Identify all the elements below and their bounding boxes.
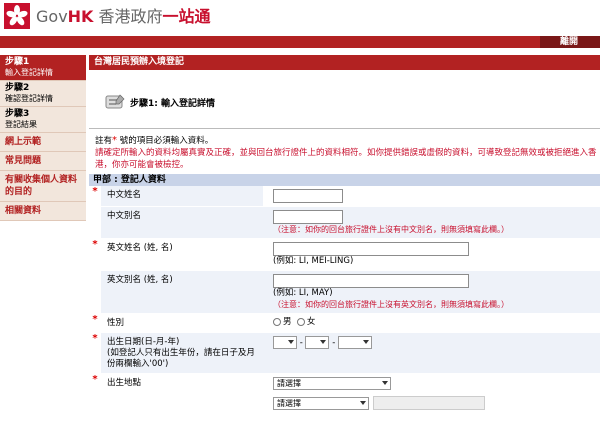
sidebar-step-1: 步驟1 輸入登記詳情 (0, 55, 86, 81)
sex-female-radio[interactable] (296, 317, 305, 326)
logo-gov-text: Gov (36, 7, 68, 26)
dob-help: (如登記人只有出生年份，請在日子及月份兩欄輸入'00') (107, 348, 255, 369)
sidebar-link-related[interactable]: 相關資料 (0, 202, 86, 221)
chinese-alias-input[interactable] (273, 210, 343, 224)
birthplace-label: 出生地點 (101, 373, 263, 414)
bauhinia-logo-icon[interactable] (4, 3, 30, 29)
section-heading: 甲部 : 登記人資料 (89, 174, 600, 186)
sidebar-link-demo[interactable]: 網上示範 (0, 133, 86, 152)
row-chinese-name: * 中文姓名 (89, 186, 600, 207)
dob-month-select[interactable] (305, 336, 330, 349)
english-alias-note: （注意：如你的回台旅行證件上沒有英文別名，則無須填寫此欄。） (273, 300, 509, 309)
required-star: * (89, 332, 101, 374)
english-name-input[interactable] (273, 242, 469, 256)
chevron-down-icon (320, 340, 327, 344)
chinese-name-label: 中文姓名 (101, 186, 263, 207)
chevron-down-icon (288, 340, 294, 344)
page-title: 台灣居民預辦入境登記 (89, 55, 600, 70)
required-note: 註有* 號的項目必須輸入資料。 (89, 135, 600, 147)
sex-male-label: 男 (283, 317, 292, 327)
logo-zh2-text: 一站通 (162, 7, 211, 26)
sidebar-step-3: 步驟3 登記結果 (0, 107, 86, 133)
row-english-alias: 英文別名 (姓, 名) (例如: LI, MAY) （注意：如你的回台旅行證件上… (89, 270, 600, 314)
main-content: 台灣居民預辦入境登記 步驟1: 輸入登記詳情 註有* 號的項目必須輸入資料。 請… (89, 55, 600, 414)
english-name-example: (例如: LI, MEI-LING) (273, 256, 354, 266)
sidebar-link-privacy[interactable]: 有關收集個人資料的目的 (0, 171, 86, 202)
step-title: 步驟1: 輸入登記詳情 (130, 99, 215, 109)
english-alias-label: 英文別名 (姓, 名) (101, 270, 263, 314)
row-chinese-alias: 中文別名 （注意：如你的回台旅行證件上沒有中文別名，則無須填寫此欄。） (89, 206, 600, 239)
chinese-name-input[interactable] (273, 189, 343, 203)
birthplace-detail-input[interactable] (373, 396, 485, 410)
top-nav-bar: 離開 (0, 36, 600, 48)
step-title: 步驟3 (5, 109, 30, 119)
step-subtitle: 輸入登記詳情 (5, 68, 53, 77)
step-heading: 步驟1: 輸入登記詳情 (89, 88, 600, 126)
birthplace-sub-select[interactable]: 請選擇 (273, 396, 369, 410)
dob-day-select[interactable] (273, 336, 297, 349)
sex-male-radio[interactable] (273, 317, 281, 326)
sex-label: 性別 (101, 313, 263, 333)
sidebar-link-faq[interactable]: 常見問題 (0, 152, 86, 171)
chinese-alias-label: 中文別名 (101, 206, 263, 239)
applicant-form: * 中文姓名 中文別名 （注意：如你的回台旅行證件上沒有中文別名，則無須填寫此欄… (89, 186, 600, 414)
logo-hk-text: HK (67, 7, 94, 26)
exit-link[interactable]: 離開 (560, 36, 578, 48)
required-star: * (89, 313, 101, 333)
logo-zh-text: 香港政府 (93, 7, 163, 26)
form-card-icon (105, 94, 125, 109)
row-english-name: * 英文姓名 (姓, 名) (例如: LI, MEI-LING) (89, 238, 600, 271)
note-prefix: 註有 (95, 136, 113, 146)
dob-separator: - (299, 338, 303, 348)
site-header: GovHK 香港政府一站通 (0, 0, 600, 36)
row-sex: * 性別 男 女 (89, 313, 600, 333)
step-subtitle: 確認登記詳情 (5, 94, 53, 103)
step-title: 步驟1 (5, 57, 30, 67)
chinese-alias-note: （注意：如你的回台旅行證件上沒有中文別名，則無須填寫此欄。） (273, 225, 509, 234)
english-name-label: 英文姓名 (姓, 名) (101, 238, 263, 271)
govhk-logo[interactable]: GovHK 香港政府一站通 (36, 7, 211, 27)
step-title: 步驟2 (5, 83, 30, 93)
sidebar-step-2: 步驟2 確認登記詳情 (0, 81, 86, 107)
chevron-down-icon (382, 381, 388, 385)
required-star: * (89, 373, 101, 414)
dob-label: 出生日期(日-月-年) (107, 337, 180, 347)
row-dob: * 出生日期(日-月-年) (如登記人只有出生年份，請在日子及月份兩欄輸入'00… (89, 332, 600, 374)
birthplace-select[interactable]: 請選擇 (273, 377, 391, 390)
dob-year-select[interactable] (337, 336, 372, 349)
sidebar: 步驟1 輸入登記詳情 步驟2 確認登記詳情 步驟3 登記結果 網上示範 常見問題… (0, 55, 86, 221)
row-birthplace: * 出生地點 請選擇 請選擇 (89, 373, 600, 414)
dob-separator: - (332, 338, 336, 348)
divider (89, 128, 600, 129)
chevron-down-icon (362, 340, 369, 344)
english-alias-example: (例如: LI, MAY) (273, 288, 333, 298)
note-suffix: 號的項目必須輸入資料。 (117, 136, 214, 146)
required-star: * (89, 186, 101, 207)
birthplace-select-value: 請選擇 (277, 379, 301, 388)
english-alias-input[interactable] (273, 274, 469, 288)
required-star: * (89, 238, 101, 271)
chevron-down-icon (360, 400, 366, 405)
sex-female-label: 女 (306, 317, 316, 327)
accuracy-warning: 請確定所輸入的資料均屬真實及正確，並與回台旅行證件上的資料相符。如你提供錯誤或虛… (95, 148, 597, 170)
birthplace-sub-select-value: 請選擇 (277, 398, 301, 408)
step-subtitle: 登記結果 (5, 120, 37, 129)
